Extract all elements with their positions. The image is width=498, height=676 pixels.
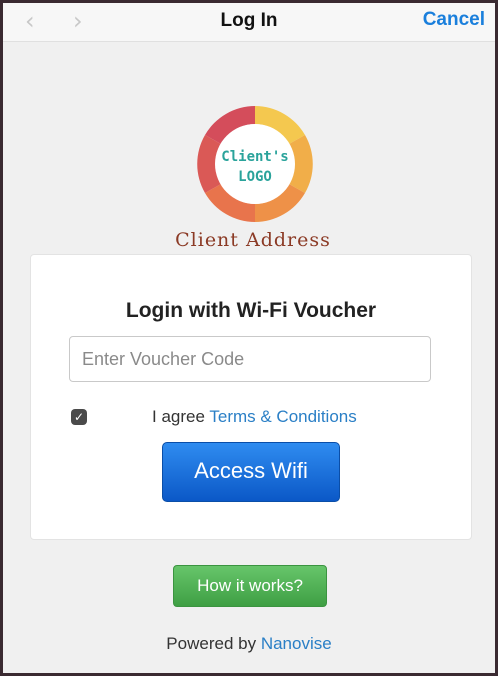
top-navigation-bar: ‹ › Log In Cancel (3, 3, 495, 42)
client-logo: Client's LOGO (191, 103, 319, 225)
how-it-works-button[interactable]: How it works? (173, 565, 327, 607)
powered-by-text: Powered by (166, 634, 257, 653)
agree-row: I agree Terms & Conditions (152, 407, 357, 427)
agree-text: I agree (152, 407, 205, 426)
access-wifi-button[interactable]: Access Wifi (162, 442, 340, 502)
agree-checkbox[interactable]: ✓ (71, 409, 87, 425)
captive-portal-window: ‹ › Log In Cancel Client's LOGO Client A… (3, 3, 495, 673)
logo-text-line1: Client's (221, 149, 289, 165)
login-title: Login with Wi-Fi Voucher (125, 299, 377, 322)
cancel-button[interactable]: Cancel (423, 9, 485, 31)
client-address: Client Address (175, 229, 331, 251)
terms-conditions-link[interactable]: Terms & Conditions (209, 407, 356, 426)
voucher-code-input[interactable] (69, 336, 431, 382)
nanovise-link[interactable]: Nanovise (261, 634, 332, 653)
login-card: Login with Wi-Fi Voucher ✓ I agree Terms… (30, 254, 472, 540)
page-title: Log In (220, 10, 278, 31)
logo-text-line2: LOGO (238, 169, 272, 185)
powered-by: Powered by Nanovise (3, 634, 495, 654)
